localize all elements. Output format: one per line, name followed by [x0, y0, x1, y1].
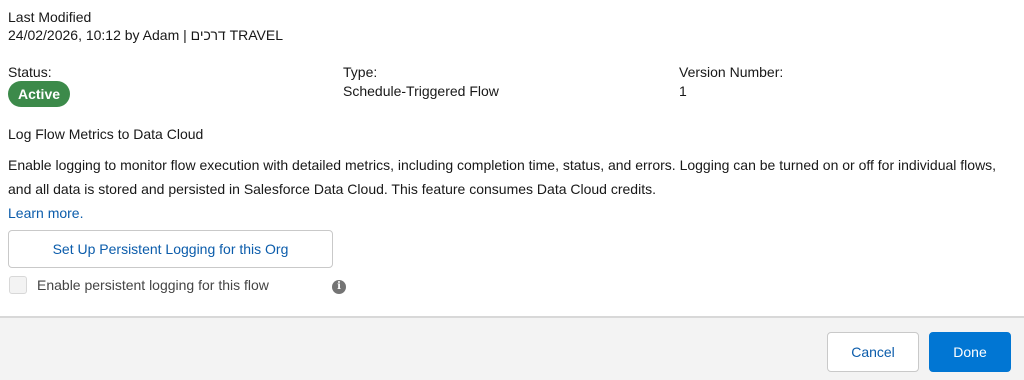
last-modified-value: 24/02/2026, 10:12 by Adam | דרכים TRAVEL — [8, 27, 284, 43]
setup-persistent-logging-button[interactable]: Set Up Persistent Logging for this Org — [8, 230, 333, 268]
type-label: Type: — [343, 64, 378, 80]
logging-section-title: Log Flow Metrics to Data Cloud — [8, 126, 204, 142]
version-number-value: 1 — [679, 83, 687, 99]
done-button[interactable]: Done — [929, 332, 1011, 372]
last-modified-label: Last Modified — [8, 9, 92, 25]
status-label: Status: — [8, 64, 52, 80]
flow-details-panel: Last Modified 24/02/2026, 10:12 by Adam … — [0, 0, 1024, 316]
modal-footer: Cancel Done — [0, 316, 1024, 380]
learn-more-link[interactable]: Learn more. — [8, 205, 83, 221]
type-value: Schedule-Triggered Flow — [343, 83, 499, 99]
enable-persistent-logging-label: Enable persistent logging for this flow — [37, 277, 269, 293]
status-badge: Active — [8, 81, 71, 107]
enable-persistent-logging-checkbox[interactable] — [9, 276, 27, 294]
cancel-button[interactable]: Cancel — [827, 332, 919, 372]
info-icon[interactable]: i — [332, 280, 346, 294]
logging-description-text: Enable logging to monitor flow execution… — [8, 157, 997, 197]
logging-description: Enable logging to monitor flow execution… — [8, 153, 1020, 225]
version-number-label: Version Number: — [679, 64, 784, 80]
